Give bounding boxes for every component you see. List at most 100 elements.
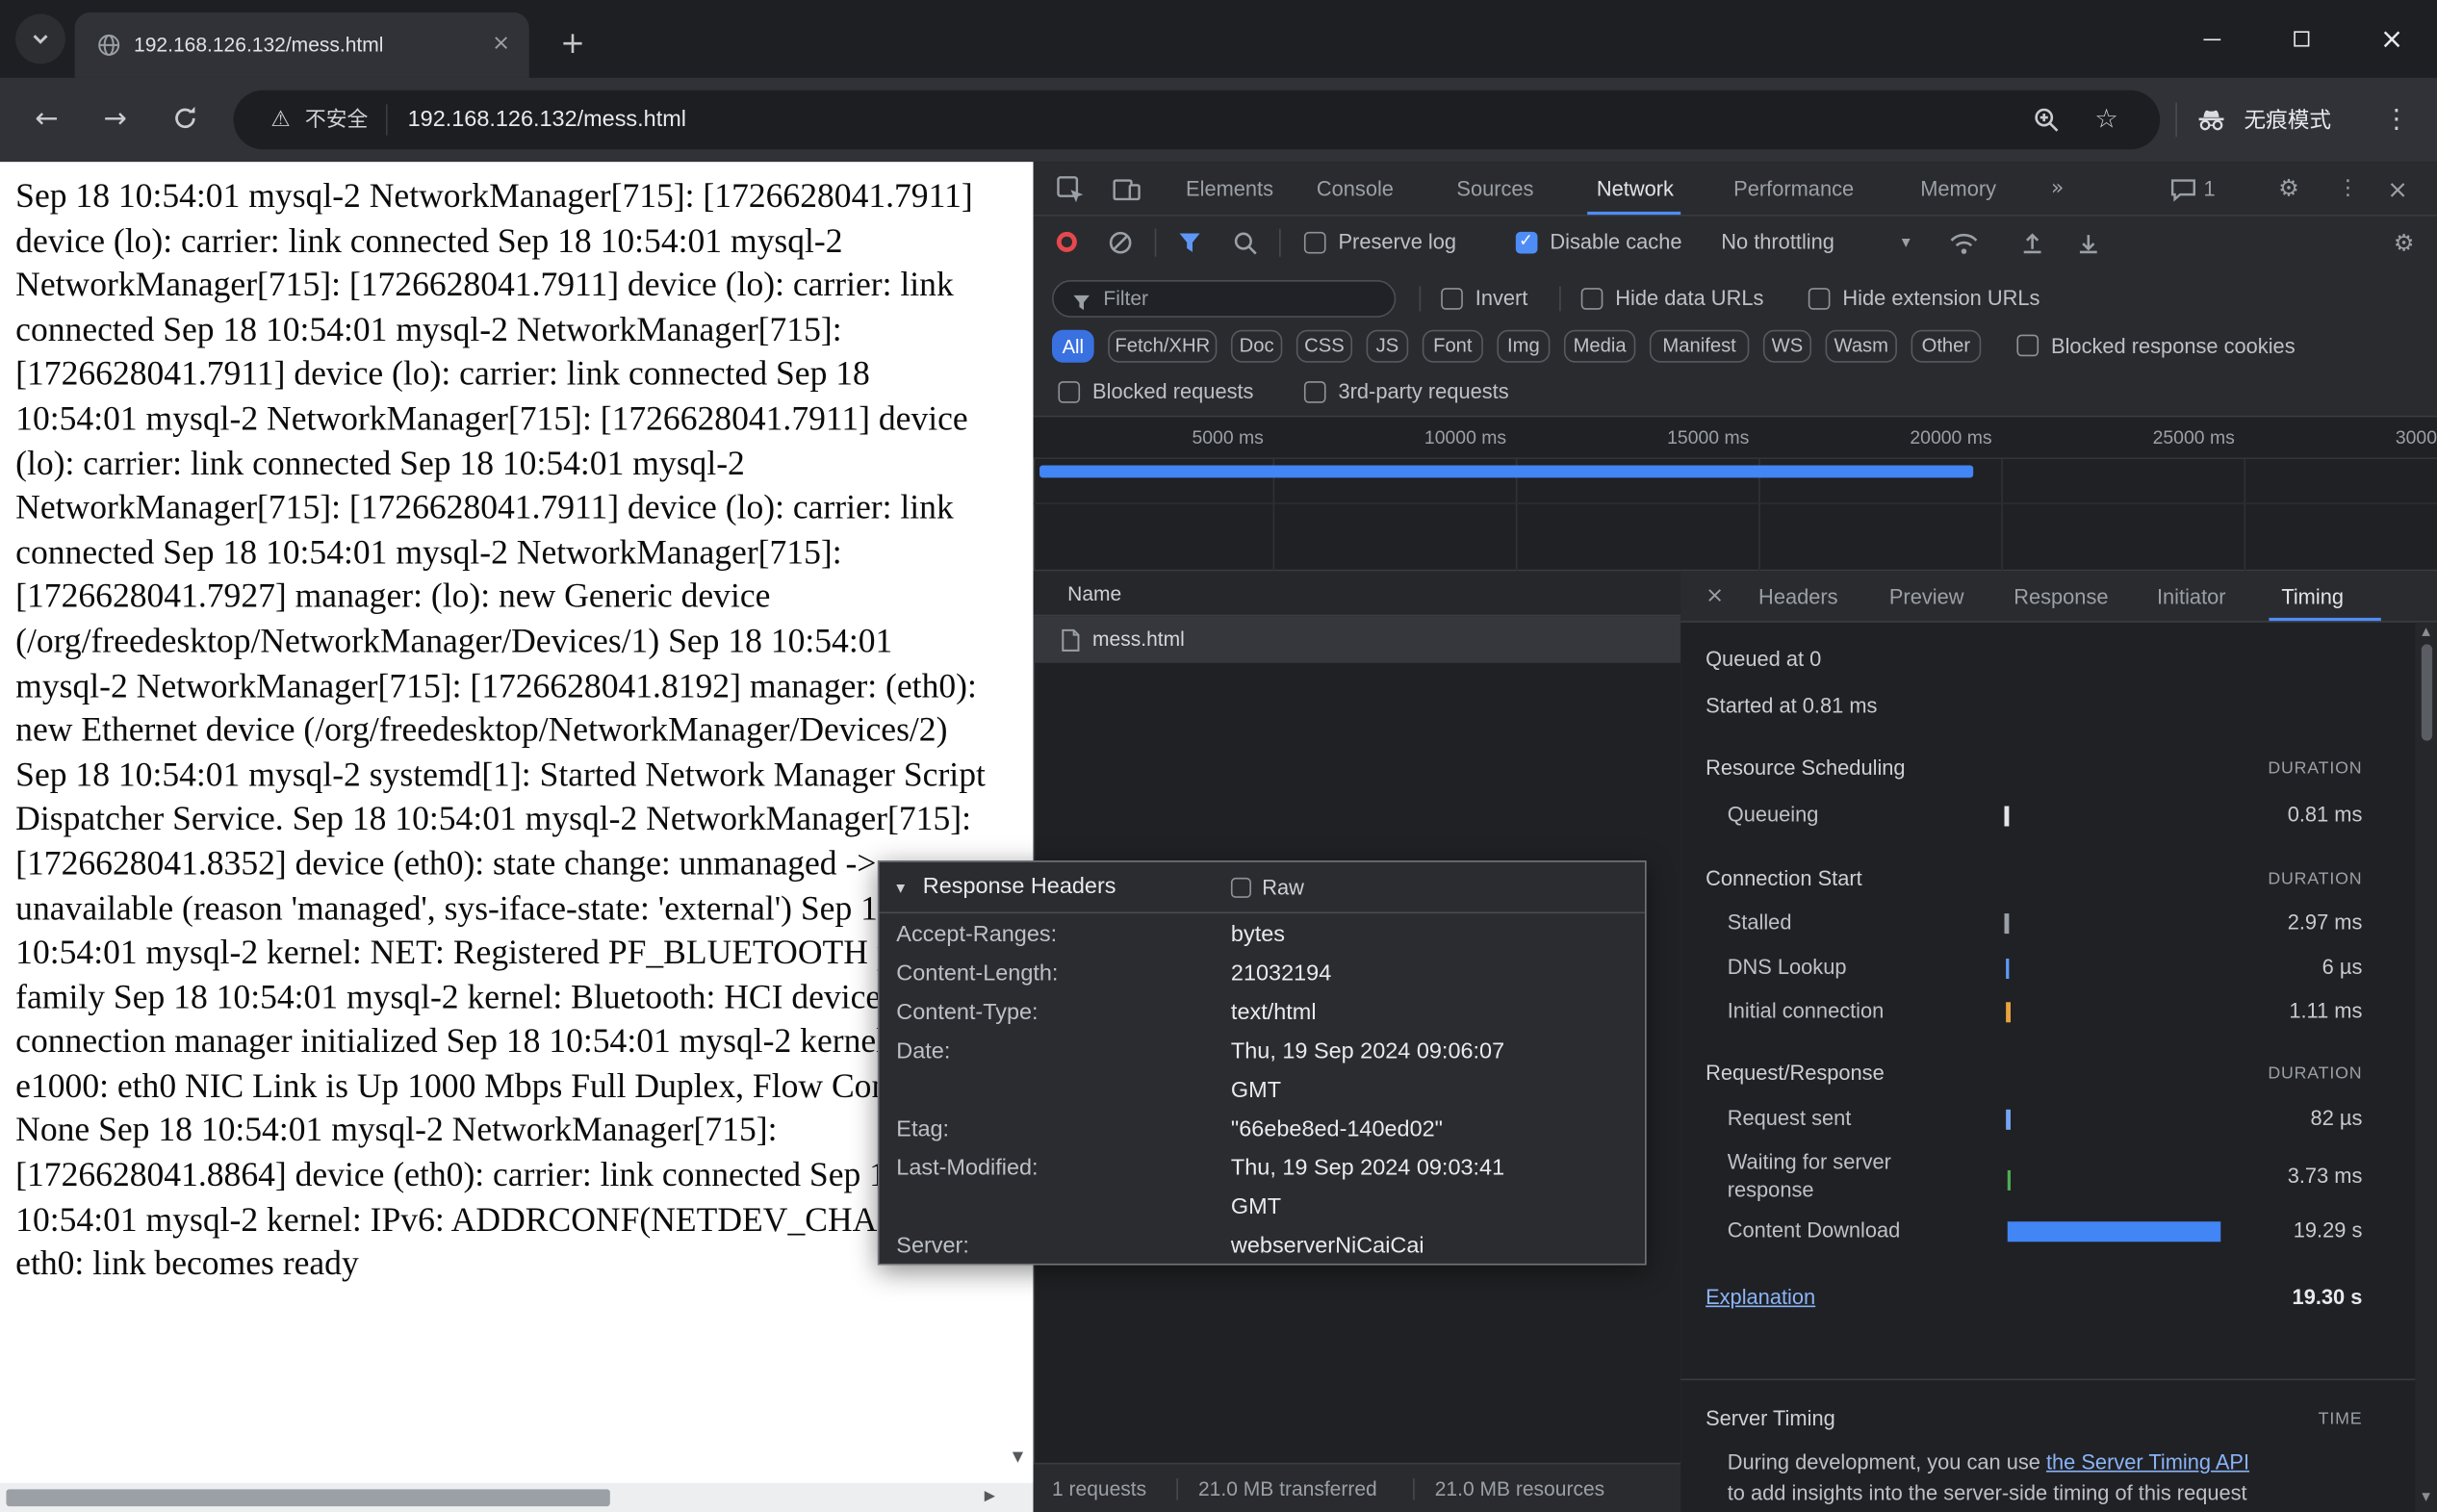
chip-img[interactable]: Img [1497, 329, 1551, 363]
chip-media[interactable]: Media [1563, 329, 1636, 363]
blocked-requests-label[interactable]: Blocked requests [1092, 376, 1253, 407]
details-scroll-thumb[interactable] [2421, 644, 2432, 741]
devtools-tab-sources[interactable]: Sources [1456, 162, 1533, 217]
hide-data-urls-label[interactable]: Hide data URLs [1615, 280, 1763, 318]
network-conditions-wifi-icon[interactable] [1948, 232, 1979, 263]
network-settings-gear-icon[interactable]: ⚙ [2394, 217, 2415, 269]
disable-cache-label[interactable]: Disable cache [1550, 217, 1681, 269]
devtools-settings-gear-icon[interactable]: ⚙ [2278, 162, 2299, 217]
third-party-requests-label[interactable]: 3rd-party requests [1338, 376, 1508, 407]
chip-ws[interactable]: WS [1762, 329, 1812, 363]
import-har-icon[interactable] [2020, 230, 2045, 263]
third-party-requests-checkbox[interactable] [1303, 381, 1326, 403]
hide-data-urls-checkbox[interactable] [1580, 288, 1603, 310]
devtools-kebab-icon[interactable]: ⋮ [2338, 162, 2359, 217]
blocked-response-cookies-checkbox[interactable] [2016, 334, 2039, 357]
response-headers-title[interactable]: Response Headers [923, 862, 1116, 913]
devtools-tab-performance[interactable]: Performance [1733, 162, 1854, 217]
chip-other[interactable]: Other [1911, 329, 1982, 363]
throttling-caret-icon[interactable]: ▾ [1902, 217, 1911, 269]
chip-js[interactable]: JS [1366, 329, 1409, 363]
window-maximize-button[interactable] [2256, 0, 2347, 78]
disclosure-triangle-icon[interactable]: ▾ [896, 862, 905, 913]
blocked-requests-checkbox[interactable] [1058, 381, 1081, 403]
page-hscroll-right-icon[interactable]: ▶ [977, 1483, 1002, 1512]
device-toolbar-icon[interactable] [1111, 176, 1142, 212]
devtools-close-icon[interactable]: × [2387, 162, 2408, 217]
name-column-header[interactable]: Name [1067, 571, 1121, 616]
tab-search-button[interactable] [15, 13, 65, 64]
timing-value: 2.97 ms [2287, 910, 2363, 935]
page-hscroll-thumb[interactable] [6, 1489, 610, 1507]
window-close-button[interactable]: × [2347, 0, 2437, 78]
clear-icon[interactable] [1108, 230, 1133, 263]
response-headers-title-row[interactable]: ▾ Response Headers Raw [879, 862, 1646, 914]
devtools-tab-network[interactable]: Network [1597, 162, 1674, 217]
throttling-select[interactable]: No throttling [1721, 217, 1834, 269]
more-tabs-icon[interactable]: » [2051, 162, 2064, 217]
search-icon[interactable] [1233, 230, 1258, 263]
security-label[interactable]: 不安全 [305, 90, 368, 149]
inspect-icon[interactable] [1055, 174, 1086, 213]
tab-strip: 192.168.126.132/mess.html × + × [0, 0, 2437, 78]
chip-fetch-xhr[interactable]: Fetch/XHR [1108, 329, 1218, 363]
chip-doc[interactable]: Doc [1230, 329, 1283, 363]
details-tab-preview[interactable]: Preview [1889, 571, 1964, 622]
new-tab-button[interactable]: + [551, 23, 594, 66]
details-tab-headers[interactable]: Headers [1758, 571, 1838, 622]
filter-toggle-icon[interactable] [1178, 232, 1201, 262]
bookmark-star-icon[interactable]: ☆ [2094, 90, 2118, 149]
chip-all[interactable]: All [1051, 329, 1094, 363]
server-timing-api-link[interactable]: the Server Timing API [2046, 1450, 2249, 1474]
zoom-icon[interactable] [2033, 106, 2061, 141]
chip-font[interactable]: Font [1422, 329, 1483, 363]
chip-wasm[interactable]: Wasm [1825, 329, 1897, 363]
details-tab-timing[interactable]: Timing [2281, 571, 2344, 622]
explanation-link[interactable]: Explanation [1706, 1282, 1815, 1313]
back-button[interactable]: ← [22, 95, 72, 145]
invert-label[interactable]: Invert [1475, 280, 1528, 318]
request-row[interactable]: mess.html [1033, 616, 1681, 663]
issues-bubble-icon[interactable] [2169, 177, 2197, 210]
preserve-log-label[interactable]: Preserve log [1338, 217, 1456, 269]
forward-button[interactable]: → [90, 95, 141, 145]
scroll-down-icon[interactable]: ▼ [2415, 1491, 2437, 1503]
preserve-log-checkbox[interactable] [1303, 231, 1326, 254]
header-name: Server: [896, 1234, 969, 1260]
network-overview[interactable] [1033, 458, 2437, 572]
details-scrollbar[interactable]: ▲ ▼ [2415, 622, 2437, 1512]
section-title: Server Timing [1706, 1406, 1835, 1430]
export-har-icon[interactable] [2076, 230, 2101, 263]
record-icon[interactable] [1056, 231, 1077, 252]
blocked-response-cookies-label[interactable]: Blocked response cookies [2051, 330, 2296, 363]
raw-checkbox[interactable] [1230, 877, 1251, 898]
requests-table-header[interactable]: Name [1033, 571, 1681, 617]
details-close-icon[interactable]: × [1706, 571, 1724, 622]
tab-close-icon[interactable]: × [489, 32, 514, 58]
address-bar[interactable]: ⚠ 不安全 192.168.126.132/mess.html ☆ [233, 90, 2161, 150]
browser-menu-kebab-icon[interactable]: ⋮ [2372, 95, 2422, 145]
raw-label[interactable]: Raw [1262, 862, 1304, 913]
request-name[interactable]: mess.html [1092, 616, 1185, 663]
hide-extension-urls-checkbox[interactable] [1808, 288, 1831, 310]
page-hscrollbar[interactable]: ▶ [0, 1482, 1034, 1512]
page-vscroll-down-icon[interactable]: ▼ [1005, 1450, 1030, 1466]
devtools-tab-elements[interactable]: Elements [1186, 162, 1273, 217]
ruler-tick: 25000 ms [2152, 426, 2235, 448]
hide-extension-urls-label[interactable]: Hide extension URLs [1842, 280, 2039, 318]
chip-css[interactable]: CSS [1295, 329, 1353, 363]
reload-button[interactable] [161, 98, 211, 148]
scroll-up-icon[interactable]: ▲ [2415, 626, 2437, 638]
security-warning-icon[interactable]: ⚠ [270, 90, 290, 149]
disable-cache-checkbox[interactable]: ✓ [1515, 230, 1538, 254]
devtools-tab-console[interactable]: Console [1317, 162, 1394, 217]
devtools-tab-memory[interactable]: Memory [1920, 162, 1996, 217]
invert-checkbox[interactable] [1441, 288, 1463, 310]
browser-tab[interactable]: 192.168.126.132/mess.html × [74, 12, 529, 78]
issues-count[interactable]: 1 [2203, 162, 2215, 217]
details-tab-response[interactable]: Response [2014, 571, 2108, 622]
network-filter-input[interactable]: Filter [1051, 280, 1397, 318]
details-tab-initiator[interactable]: Initiator [2157, 571, 2226, 622]
chip-manifest[interactable]: Manifest [1649, 329, 1750, 363]
window-minimize-button[interactable] [2167, 0, 2257, 78]
